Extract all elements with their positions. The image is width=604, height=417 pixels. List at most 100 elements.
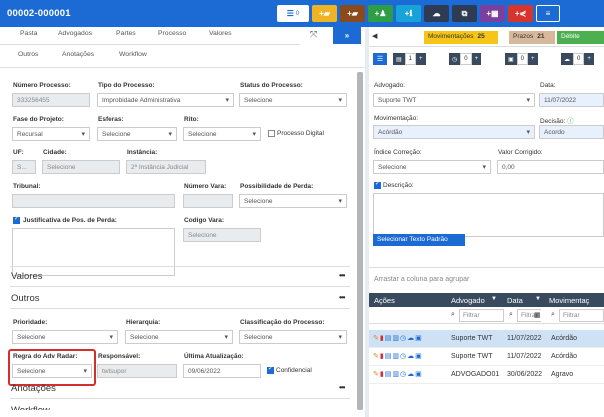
tab-prazos[interactable]: Prazos 21 xyxy=(509,31,555,44)
tribunal-field[interactable] xyxy=(12,194,175,208)
menu-button[interactable]: ≡ xyxy=(536,5,560,22)
regra-adv-radar-select[interactable]: Selecione xyxy=(12,364,92,378)
tab-partes[interactable]: Partes xyxy=(116,30,136,37)
justificativa-checkbox[interactable] xyxy=(13,215,20,224)
row-actions[interactable]: ✎▮▤▥◷☁▣ xyxy=(373,370,423,378)
numero-vara-field[interactable] xyxy=(183,194,233,208)
row-actions[interactable]: ✎▮▤▥◷☁▣ xyxy=(373,334,423,342)
add-user-button[interactable]: +♟ xyxy=(368,5,393,22)
calendar-icon[interactable]: ▦ xyxy=(534,311,541,319)
docs-counter[interactable]: ▤ 1 + xyxy=(393,53,426,65)
col-data[interactable]: Data xyxy=(507,296,523,305)
responsavel-field[interactable]: twtsupor xyxy=(97,364,177,378)
classificacao-label: Classificação do Processo: xyxy=(240,319,325,326)
table-row[interactable]: ✎▮▤▥◷☁▣ Suporte TWT 11/07/2022 Acórdão xyxy=(369,348,604,366)
tab-processo[interactable]: Processo xyxy=(158,30,186,37)
cell-mov: Agravo xyxy=(551,371,574,378)
uf-field[interactable]: S... xyxy=(12,160,36,174)
outros-section-title[interactable]: Outros xyxy=(11,293,40,304)
workflow-section-title[interactable]: Workflow xyxy=(11,405,50,410)
status-processo-select[interactable]: Selecione xyxy=(239,93,347,107)
edit-icon[interactable]: ✎ xyxy=(373,371,380,378)
fase-projeto-select[interactable]: Recursal xyxy=(12,127,90,141)
tab-outros[interactable]: Outros xyxy=(18,51,38,58)
tab-advogados[interactable]: Advogados xyxy=(58,30,92,37)
filter-icon[interactable]: ▼ xyxy=(491,296,497,302)
scrollbar-thumb[interactable] xyxy=(357,72,363,410)
outros-more-icon[interactable]: ••• xyxy=(339,293,345,302)
col-advogado[interactable]: Advogado xyxy=(451,296,485,305)
valores-section-title[interactable]: Valores xyxy=(11,271,43,282)
tasks-counter[interactable]: ▣ 0 + xyxy=(505,53,538,65)
movimentacao-select[interactable]: Acórdão xyxy=(373,125,535,139)
edit-icon[interactable]: ✎ xyxy=(373,335,380,342)
numero-processo-field[interactable]: 333256455 xyxy=(12,93,90,107)
table-row[interactable]: ✎▮▤▥◷☁▣ ADVOGADO01 30/06/2022 Agravo xyxy=(369,366,604,384)
cidade-field[interactable]: Selecione xyxy=(42,160,120,174)
instancia-label: Instância: xyxy=(127,149,158,156)
col-movimentacao[interactable]: Movimentaç xyxy=(549,296,589,305)
valor-corrigido-field[interactable]: 0,00 xyxy=(497,160,604,174)
fase-projeto-label: Fase do Projeto: xyxy=(13,116,64,123)
divider xyxy=(10,398,350,399)
info-icon: ⓘ xyxy=(567,118,574,125)
add-briefcase-button[interactable]: +▰ xyxy=(340,5,365,22)
confidencial-checkbox[interactable] xyxy=(267,365,274,374)
add-folder-button[interactable]: +▰ xyxy=(312,5,337,22)
esferas-select[interactable]: Selecione xyxy=(97,127,177,141)
row-actions[interactable]: ✎▮▤▥◷☁▣ xyxy=(373,352,423,360)
share-button[interactable]: +⋞ xyxy=(508,5,533,22)
doc-icon[interactable]: ▤▥◷☁▣ xyxy=(385,353,423,360)
list-view-button[interactable]: ☰ xyxy=(373,53,387,65)
codigo-vara-field[interactable]: Selecione xyxy=(183,228,261,242)
edit-icon[interactable]: ✎ xyxy=(373,353,380,360)
tab-valores[interactable]: Valores xyxy=(209,30,232,37)
tab-pasta[interactable]: Pasta xyxy=(20,30,37,37)
hierarquia-select[interactable]: Selecione xyxy=(125,330,233,344)
instancia-field[interactable]: 2ª Instância Judicial xyxy=(126,160,206,174)
filter-icon[interactable]: ▼ xyxy=(535,296,541,302)
descricao-textarea[interactable] xyxy=(373,193,604,237)
tab-anotacoes[interactable]: Anotações xyxy=(62,51,94,58)
expand-button[interactable]: » xyxy=(333,27,361,44)
collapse-icon[interactable]: ⤧ xyxy=(310,29,317,40)
col-acoes[interactable]: Ações xyxy=(374,296,395,305)
cloud-counter[interactable]: ☁ 0 + xyxy=(561,53,594,65)
mov-filter[interactable]: Filtrar xyxy=(559,309,604,322)
possibilidade-perda-label: Possibilidade de Perda: xyxy=(240,183,314,190)
tab-debite[interactable]: Débite xyxy=(557,31,604,44)
indice-correcao-select[interactable]: Selecione xyxy=(373,160,491,174)
doc-icon[interactable]: ▤▥◷☁▣ xyxy=(385,335,423,342)
data-field[interactable]: 11/07/2022 xyxy=(539,93,604,107)
possibilidade-perda-select[interactable]: Selecione xyxy=(239,194,347,208)
alerts-counter[interactable]: ◷ 0 + xyxy=(449,53,482,65)
rito-select[interactable]: Selecione xyxy=(183,127,261,141)
doc-icon[interactable]: ▤▥◷☁▣ xyxy=(385,371,423,378)
advogado-select[interactable]: Suporte TWT xyxy=(373,93,535,107)
plus-icon: + xyxy=(584,53,594,65)
add-grid-button[interactable]: +▦ xyxy=(480,5,505,22)
classificacao-select[interactable]: Selecione xyxy=(239,330,347,344)
selecionar-texto-padrao-button[interactable]: Selecionar Texto Padrão xyxy=(373,234,465,246)
tipo-processo-select[interactable]: Improbidade Administrativa xyxy=(97,93,234,107)
prioridade-select[interactable]: Selecione xyxy=(12,330,118,344)
add-info-button[interactable]: +ℹ xyxy=(396,5,421,22)
task-icon: ▣ xyxy=(505,53,517,65)
table-row[interactable]: ✎▮▤▥◷☁▣ Suporte TWT 11/07/2022 Acórdão xyxy=(369,330,604,348)
justificativa-textarea[interactable] xyxy=(12,228,175,276)
copy-button[interactable]: ⧉ xyxy=(452,5,477,22)
descricao-checkbox[interactable] xyxy=(374,180,381,189)
anotacoes-section-title[interactable]: Anotações xyxy=(11,383,56,394)
tab-workflow[interactable]: Workflow xyxy=(119,51,147,58)
anotacoes-more-icon[interactable]: ••• xyxy=(339,383,345,392)
chevron-left-icon[interactable]: ◀ xyxy=(372,32,384,44)
processo-digital-checkbox[interactable] xyxy=(268,130,275,137)
list-count-button[interactable]: ☰ 0 xyxy=(277,5,309,22)
advogado-filter[interactable]: Filtrar xyxy=(459,309,504,322)
cloud-button[interactable]: ☁ xyxy=(424,5,449,22)
ultima-atualizacao-field[interactable]: 09/06/2022 xyxy=(183,364,261,378)
group-drop-area[interactable]: Arrastar a coluna para agrupar xyxy=(374,276,469,283)
valores-more-icon[interactable]: ••• xyxy=(339,271,345,280)
tab-movimentacoes[interactable]: Movimentações 25 xyxy=(424,31,498,44)
decisao-field[interactable]: Acordo xyxy=(539,125,604,139)
